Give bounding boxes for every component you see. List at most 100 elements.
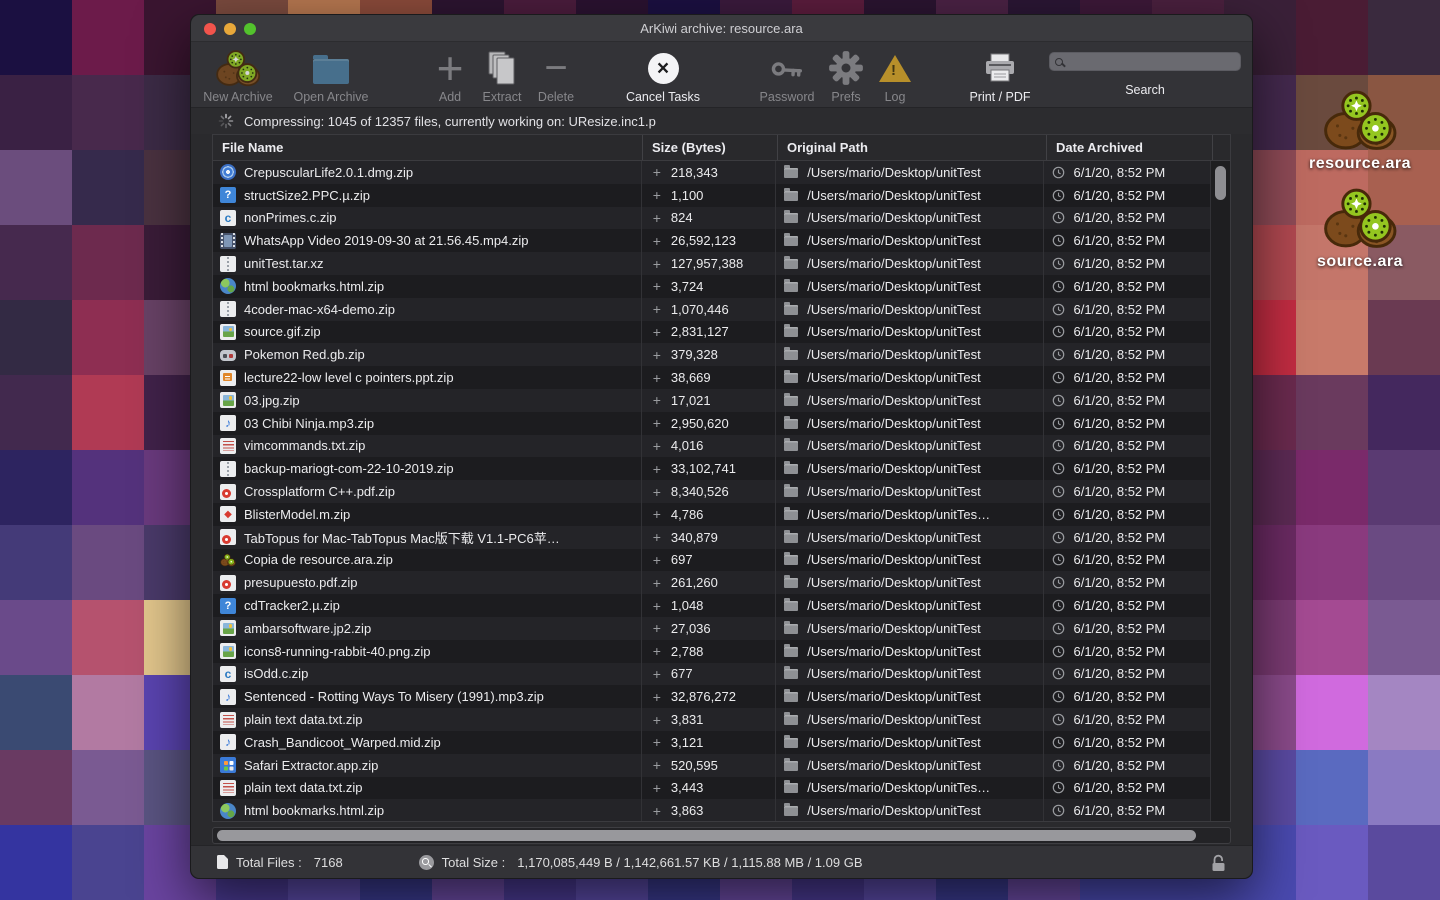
table-row[interactable]: html bookmarks.html.zip + 3,724 /Users/m… xyxy=(213,274,1210,298)
column-header-size[interactable]: Size (Bytes) xyxy=(643,135,778,160)
expand-plus-icon[interactable]: + xyxy=(653,438,661,454)
vertical-scrollbar-thumb[interactable] xyxy=(1215,166,1226,200)
toolbar: Search New Archive Open Archive + Add Extrac… xyxy=(191,42,1252,108)
table-row[interactable]: Crossplatform C++.pdf.zip + 8,340,526 /U… xyxy=(213,480,1210,503)
expand-plus-icon[interactable]: + xyxy=(653,347,661,363)
table-row[interactable]: TabTopus for Mac-TabTopus Mac版下载 V1.1-PC… xyxy=(213,525,1210,549)
table-row[interactable]: 03.jpg.zip + 17,021 /Users/mario/Desktop… xyxy=(213,388,1210,412)
close-button[interactable] xyxy=(204,23,216,35)
table-row[interactable]: html bookmarks.html.zip + 3,863 /Users/m… xyxy=(213,799,1210,821)
table-row[interactable]: Safari Extractor.app.zip + 520,595 /User… xyxy=(213,753,1210,777)
table-row[interactable]: plain text data.txt.zip + 3,443 /Users/m… xyxy=(213,776,1210,800)
expand-plus-icon[interactable]: + xyxy=(653,370,661,386)
table-row[interactable]: isOdd.c.zip + 677 /Users/mario/Desktop/u… xyxy=(213,662,1210,686)
file-name: Pokemon Red.gb.zip xyxy=(244,347,365,363)
search-input[interactable] xyxy=(1049,52,1241,71)
desktop-icon-source[interactable]: source.ara xyxy=(1302,186,1418,271)
expand-plus-icon[interactable]: + xyxy=(653,780,661,796)
table-row[interactable]: presupuesto.pdf.zip + 261,260 /Users/mar… xyxy=(213,571,1210,595)
zoom-button[interactable] xyxy=(244,23,256,35)
toolbar-item-cancel-tasks[interactable]: × Cancel Tasks xyxy=(605,46,721,104)
table-row[interactable]: structSize2.PPC.µ.zip + 1,100 /Users/mar… xyxy=(213,183,1210,207)
vertical-scrollbar[interactable] xyxy=(1210,161,1230,821)
minimize-button[interactable] xyxy=(224,23,236,35)
clock-icon xyxy=(1053,690,1065,703)
expand-plus-icon[interactable]: + xyxy=(653,324,661,340)
expand-plus-icon[interactable]: + xyxy=(653,278,661,294)
expand-plus-icon[interactable]: + xyxy=(653,666,661,682)
file-type-icon xyxy=(220,643,236,660)
expand-plus-icon[interactable]: + xyxy=(653,529,661,545)
table-row[interactable]: icons8-running-rabbit-40.png.zip + 2,788… xyxy=(213,639,1210,663)
original-path: /Users/mario/Desktop/unitTest xyxy=(807,666,981,682)
window-title: ArKiwi archive: resource.ara xyxy=(640,20,803,36)
file-size: 1,070,446 xyxy=(670,301,729,317)
table-row[interactable]: backup-mariogt-com-22-10-2019.zip + 33,1… xyxy=(213,457,1210,481)
expand-plus-icon[interactable]: + xyxy=(653,233,661,249)
file-type-icon xyxy=(220,802,236,819)
expand-plus-icon[interactable]: + xyxy=(653,256,661,272)
toolbar-item-delete[interactable]: − Delete xyxy=(498,46,614,104)
expand-plus-icon[interactable]: + xyxy=(653,484,661,500)
expand-plus-icon[interactable]: + xyxy=(653,187,661,203)
wallpaper-tile xyxy=(0,525,72,600)
titlebar[interactable]: ArKiwi archive: resource.ara xyxy=(191,15,1252,42)
lock-icon[interactable] xyxy=(1211,854,1226,875)
expand-plus-icon[interactable]: + xyxy=(653,689,661,705)
table-row[interactable]: Sentenced - Rotting Ways To Misery (1991… xyxy=(213,685,1210,709)
expand-plus-icon[interactable]: + xyxy=(653,712,661,728)
file-size: 27,036 xyxy=(670,620,711,636)
table-row[interactable]: cdTracker2.µ.zip + 1,048 /Users/mario/De… xyxy=(213,594,1210,617)
column-header-file-name[interactable]: File Name xyxy=(213,135,643,160)
expand-plus-icon[interactable]: + xyxy=(653,164,661,180)
table-row[interactable]: 03 Chibi Ninja.mp3.zip + 2,950,620 /User… xyxy=(213,411,1210,435)
table-row[interactable]: Copia de resource.ara.zip + 697 /Users/m… xyxy=(213,548,1210,572)
expand-plus-icon[interactable]: + xyxy=(653,301,661,317)
table-row[interactable]: 4coder-mac-x64-demo.zip + 1,070,446 /Use… xyxy=(213,297,1210,321)
table-row[interactable]: source.gif.zip + 2,831,127 /Users/mario/… xyxy=(213,320,1210,344)
table-row[interactable]: WhatsApp Video 2019-09-30 at 21.56.45.mp… xyxy=(213,229,1210,253)
expand-plus-icon[interactable]: + xyxy=(653,506,661,522)
column-header-date-archived[interactable]: Date Archived xyxy=(1047,135,1213,160)
expand-plus-icon[interactable]: + xyxy=(653,552,661,568)
horizontal-scrollbar[interactable] xyxy=(212,827,1231,844)
table-row[interactable]: lecture22-low level c pointers.ppt.zip +… xyxy=(213,366,1210,389)
expand-plus-icon[interactable]: + xyxy=(653,803,661,819)
table-row[interactable]: Pokemon Red.gb.zip + 379,328 /Users/mari… xyxy=(213,343,1210,367)
wallpaper-tile xyxy=(1296,300,1368,375)
horizontal-scrollbar-thumb[interactable] xyxy=(217,830,1196,841)
expand-plus-icon[interactable]: + xyxy=(653,461,661,477)
clock-icon xyxy=(1053,440,1065,452)
toolbar-item-log[interactable]: Log xyxy=(837,46,953,104)
file-type-icon xyxy=(220,665,236,682)
table-row[interactable]: Crash_Bandicoot_Warped.mid.zip + 3,121 /… xyxy=(213,730,1210,754)
date-archived: 6/1/20, 8:52 PM xyxy=(1073,666,1166,682)
expand-plus-icon[interactable]: + xyxy=(653,210,661,226)
toolbar-item-print-pdf[interactable]: Print / PDF xyxy=(942,46,1058,104)
table-row[interactable]: BlisterModel.m.zip + 4,786 /Users/mario/… xyxy=(213,502,1210,526)
original-path: /Users/mario/Desktop/unitTest xyxy=(807,712,981,728)
expand-plus-icon[interactable]: + xyxy=(653,643,661,659)
table-row[interactable]: unitTest.tar.xz + 127,957,388 /Users/mar… xyxy=(213,252,1210,275)
original-path: /Users/mario/Desktop/unitTest xyxy=(807,438,981,454)
expand-plus-icon[interactable]: + xyxy=(653,392,661,408)
table-row[interactable]: nonPrimes.c.zip + 824 /Users/mario/Deskt… xyxy=(213,206,1210,230)
folder-icon xyxy=(784,575,799,589)
expand-plus-icon[interactable]: + xyxy=(653,620,661,636)
original-path: /Users/mario/Desktop/unitTest xyxy=(807,598,981,614)
table-row[interactable]: plain text data.txt.zip + 3,831 /Users/m… xyxy=(213,708,1210,731)
table-row[interactable]: ambarsoftware.jp2.zip + 27,036 /Users/ma… xyxy=(213,616,1210,640)
minus-icon: − xyxy=(544,46,568,90)
toolbar-item-open-archive[interactable]: Open Archive xyxy=(273,46,389,104)
expand-plus-icon[interactable]: + xyxy=(653,598,661,614)
expand-plus-icon[interactable]: + xyxy=(653,415,661,431)
file-name: Sentenced - Rotting Ways To Misery (1991… xyxy=(244,689,544,705)
desktop-icon-resource[interactable]: resource.ara xyxy=(1302,88,1418,173)
expand-plus-icon[interactable]: + xyxy=(653,757,661,773)
expand-plus-icon[interactable]: + xyxy=(653,575,661,591)
table-row[interactable]: vimcommands.txt.zip + 4,016 /Users/mario… xyxy=(213,434,1210,458)
clock-icon xyxy=(1053,371,1065,384)
table-row[interactable]: CrepuscularLife2.0.1.dmg.zip + 218,343 /… xyxy=(213,161,1210,184)
expand-plus-icon[interactable]: + xyxy=(653,734,661,750)
column-header-original-path[interactable]: Original Path xyxy=(778,135,1047,160)
